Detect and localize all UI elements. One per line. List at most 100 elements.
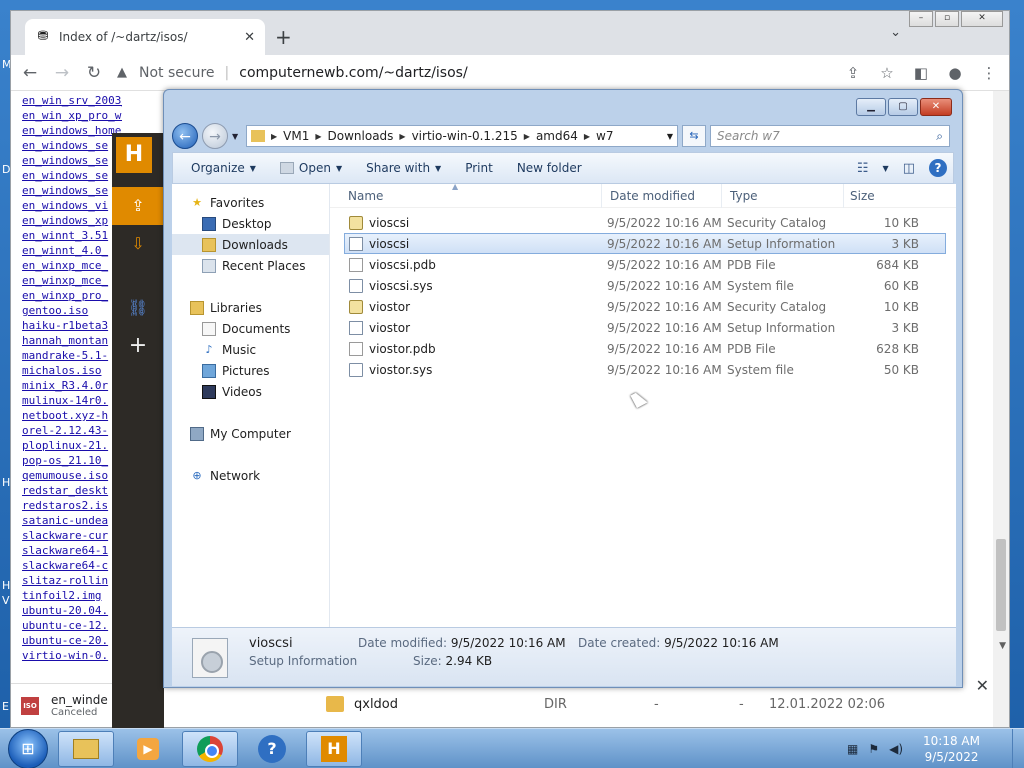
iso-link[interactable]: en_windows_xp — [22, 213, 122, 228]
chevron-right-icon[interactable]: ▶ — [271, 132, 277, 141]
file-row[interactable]: viostor 9/5/2022 10:16 AM Setup Informatio… — [344, 317, 946, 338]
iso-link[interactable]: en_windows_se — [22, 183, 122, 198]
clock[interactable]: 10:18 AM 9/5/2022 — [923, 733, 980, 765]
close-button[interactable]: ✕ — [920, 98, 952, 116]
refresh-button[interactable]: ⇆ — [682, 125, 706, 147]
view-options-icon[interactable]: ☷ — [857, 161, 869, 176]
reload-icon[interactable]: ↻ — [85, 63, 103, 83]
upload-tray-icon[interactable]: ⇪ — [112, 187, 164, 225]
chevron-right-icon[interactable]: ▶ — [399, 132, 405, 141]
iso-link[interactable]: tinfoil2.img — [22, 588, 122, 603]
new-folder-button[interactable]: New folder — [505, 161, 594, 175]
iso-link[interactable]: redstaros2.is — [22, 498, 122, 513]
new-tab-button[interactable]: + — [275, 25, 292, 49]
iso-link[interactable]: slackware64-1 — [22, 543, 122, 558]
column-header-type[interactable]: Type — [722, 183, 844, 208]
iso-link[interactable]: gentoo.iso — [22, 303, 122, 318]
iso-link[interactable]: pop-os_21.10_ — [22, 453, 122, 468]
taskbar-media-player[interactable]: ▶ — [120, 731, 176, 767]
show-desktop-button[interactable] — [1012, 728, 1024, 768]
directory-name-link[interactable]: qxldod — [354, 697, 544, 712]
iso-link[interactable]: slackware64-c — [22, 558, 122, 573]
scroll-down-arrow-icon[interactable]: ▼ — [999, 641, 1006, 651]
start-button[interactable]: ⊞ — [8, 728, 48, 768]
organize-button[interactable]: Organize ▼ — [179, 161, 268, 175]
iso-link[interactable]: orel-2.12.43- — [22, 423, 122, 438]
iso-link[interactable]: en_winnt_4.0_ — [22, 243, 122, 258]
breadcrumb-item[interactable]: amd64 — [536, 129, 578, 143]
breadcrumb-item[interactable]: w7 — [596, 129, 613, 143]
search-icon[interactable]: ⌕ — [936, 129, 943, 144]
minimize-button[interactable]: – — [909, 11, 933, 27]
chevron-right-icon[interactable]: ▶ — [315, 132, 321, 141]
maximize-button[interactable]: ▢ — [888, 98, 918, 116]
iso-link[interactable]: mandrake-5.1- — [22, 348, 122, 363]
forward-arrow-icon[interactable]: → — [53, 63, 71, 83]
profile-avatar-icon[interactable]: ● — [945, 64, 965, 82]
scrollbar-thumb[interactable] — [996, 539, 1006, 631]
iso-link[interactable]: ubuntu-20.04. — [22, 603, 122, 618]
preview-pane-icon[interactable]: ◫ — [903, 161, 915, 176]
recent-pages-dropdown-icon[interactable]: ▼ — [232, 132, 242, 141]
nav-favorites[interactable]: ★ Favorites — [172, 192, 329, 213]
taskbar-chrome[interactable] — [182, 730, 238, 767]
explorer-title-bar[interactable]: ▁ ▢ ✕ — [164, 90, 962, 120]
directory-row[interactable]: qxldod DIR - - 12.01.2022 02:06 — [302, 690, 942, 718]
iso-link[interactable]: hannah_montan — [22, 333, 122, 348]
iso-link[interactable]: en_winxp_mce_ — [22, 258, 122, 273]
column-header-date[interactable]: Date modified — [602, 183, 722, 208]
file-row[interactable]: viostor.sys 9/5/2022 10:16 AM System file 5… — [344, 359, 946, 380]
iso-link[interactable]: netboot.xyz-h — [22, 408, 122, 423]
share-icon[interactable]: ⇪ — [843, 64, 863, 82]
nav-documents[interactable]: Documents — [172, 318, 329, 339]
taskbar-help[interactable]: ? — [244, 731, 300, 767]
iso-link[interactable]: en_win_xp_pro_with_s — [22, 108, 122, 123]
minimize-button[interactable]: ▁ — [856, 98, 886, 116]
iso-link[interactable]: en_windows_se — [22, 153, 122, 168]
download-tray-icon[interactable]: ⇩ — [112, 225, 164, 263]
nav-downloads[interactable]: Downloads — [172, 234, 329, 255]
iso-link[interactable]: ploplinux-21. — [22, 438, 122, 453]
nav-network[interactable]: ⊕ Network — [172, 465, 329, 486]
address-bar[interactable]: ▲ Not secure | computernewb.com/~dartz/i… — [117, 59, 829, 87]
help-icon[interactable]: ? — [929, 159, 947, 177]
tab-close-icon[interactable]: ✕ — [244, 30, 255, 45]
taskbar-explorer[interactable] — [58, 730, 114, 767]
network-tray-icon[interactable]: ▦ — [847, 742, 858, 756]
share-with-button[interactable]: Share with ▼ — [354, 161, 453, 175]
page-scrollbar[interactable]: ▼ — [993, 91, 1009, 727]
print-button[interactable]: Print — [453, 161, 505, 175]
file-row[interactable]: viostor.pdb 9/5/2022 10:16 AM PDB File 628 … — [344, 338, 946, 359]
iso-link[interactable]: en_windows_home_serv — [22, 123, 122, 138]
download-item[interactable]: en_winde Canceled — [51, 693, 108, 718]
column-header-name[interactable]: ▲ Name — [330, 182, 602, 208]
file-row[interactable]: viostor 9/5/2022 10:16 AM Security Catalog… — [344, 296, 946, 317]
iso-link[interactable]: en_windows_vi — [22, 198, 122, 213]
chevron-right-icon[interactable]: ▶ — [584, 132, 590, 141]
file-row[interactable]: vioscsi.pdb 9/5/2022 10:16 AM PDB File 684 … — [344, 254, 946, 275]
menu-kebab-icon[interactable]: ⋮ — [979, 64, 999, 82]
iso-link[interactable]: slitaz-rollin — [22, 573, 122, 588]
chevron-down-icon[interactable]: ▼ — [883, 164, 889, 173]
iso-link[interactable]: minix_R3.4.0r — [22, 378, 122, 393]
iso-link[interactable]: ubuntu-ce-12. — [22, 618, 122, 633]
breadcrumb-item[interactable]: Downloads — [328, 129, 394, 143]
h-logo[interactable]: H — [116, 137, 152, 173]
browser-tab[interactable]: ⛃ Index of /~dartz/isos/ ✕ — [25, 19, 265, 55]
iso-link[interactable]: en_winxp_mce_ — [22, 273, 122, 288]
bookmark-star-icon[interactable]: ☆ — [877, 64, 897, 82]
action-center-flag-icon[interactable]: ⚑ — [868, 742, 879, 756]
iso-link[interactable]: ubuntu-ce-20. — [22, 633, 122, 648]
iso-link[interactable]: en_winnt_3.51 — [22, 228, 122, 243]
nav-recent-places[interactable]: Recent Places — [172, 255, 329, 276]
add-icon[interactable]: + — [112, 327, 164, 365]
nav-videos[interactable]: Videos — [172, 381, 329, 402]
file-row[interactable]: vioscsi.sys 9/5/2022 10:16 AM System file 6… — [344, 275, 946, 296]
link-icon[interactable]: ⛓ — [112, 289, 164, 327]
nav-desktop[interactable]: Desktop — [172, 213, 329, 234]
back-arrow-icon[interactable]: ← — [21, 63, 39, 83]
address-dropdown-icon[interactable]: ▼ — [667, 132, 673, 141]
forward-button[interactable]: → — [202, 123, 228, 149]
iso-link[interactable]: en_windows_se — [22, 168, 122, 183]
iso-link[interactable]: satanic-undea — [22, 513, 122, 528]
